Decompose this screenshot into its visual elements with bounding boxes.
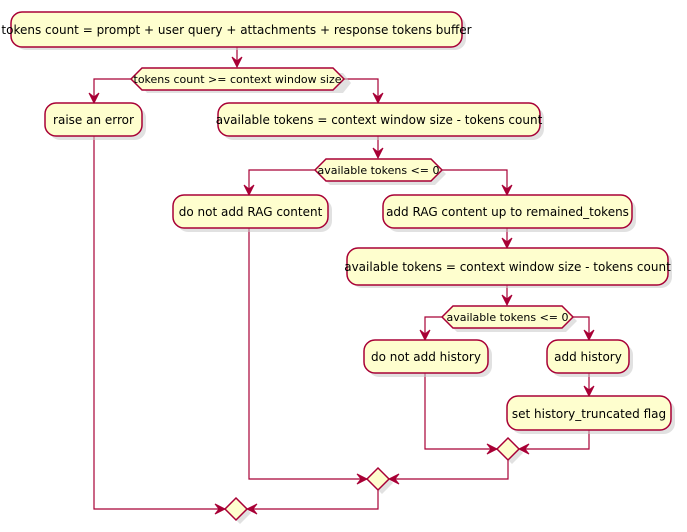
decision-tokens-exceed: tokens count >= context window size: [129, 67, 351, 93]
action-no-rag: do not add RAG content: [172, 194, 332, 232]
decision-rag-available: available tokens <= 0: [313, 158, 446, 185]
action-add-rag: add RAG content up to remained_tokens: [382, 194, 636, 232]
action-label: raise an error: [53, 113, 134, 127]
action-no-history: do not add history: [363, 339, 492, 377]
action-set-flag: set history_truncated flag: [506, 395, 675, 434]
action-add-history: add history: [546, 339, 633, 377]
decision-history-available: available tokens <= 0: [440, 305, 577, 332]
decision-label: available tokens <= 0: [446, 311, 568, 324]
activity-diagram: tokens count = prompt + user query + att…: [1, 11, 675, 524]
action-label: add RAG content up to remained_tokens: [386, 205, 629, 219]
decision-label: available tokens <= 0: [317, 164, 439, 177]
action-tokens-count: tokens count = prompt + user query + att…: [1, 11, 472, 50]
action-label: do not add history: [371, 350, 481, 364]
action-available-tokens-1: available tokens = context window size -…: [216, 102, 544, 140]
action-label: available tokens = context window size -…: [344, 260, 671, 274]
action-label: tokens count = prompt + user query + att…: [1, 23, 471, 37]
action-label: do not add RAG content: [179, 205, 323, 219]
merge-final: [223, 496, 251, 524]
action-label: available tokens = context window size -…: [216, 113, 543, 127]
merge-history: [495, 436, 523, 464]
action-raise-error: raise an error: [44, 102, 146, 140]
action-label: add history: [554, 350, 622, 364]
action-label: set history_truncated flag: [512, 407, 666, 421]
action-available-tokens-2: available tokens = context window size -…: [344, 247, 672, 288]
decision-label: tokens count >= context window size: [134, 73, 342, 86]
merge-rag: [365, 466, 393, 494]
